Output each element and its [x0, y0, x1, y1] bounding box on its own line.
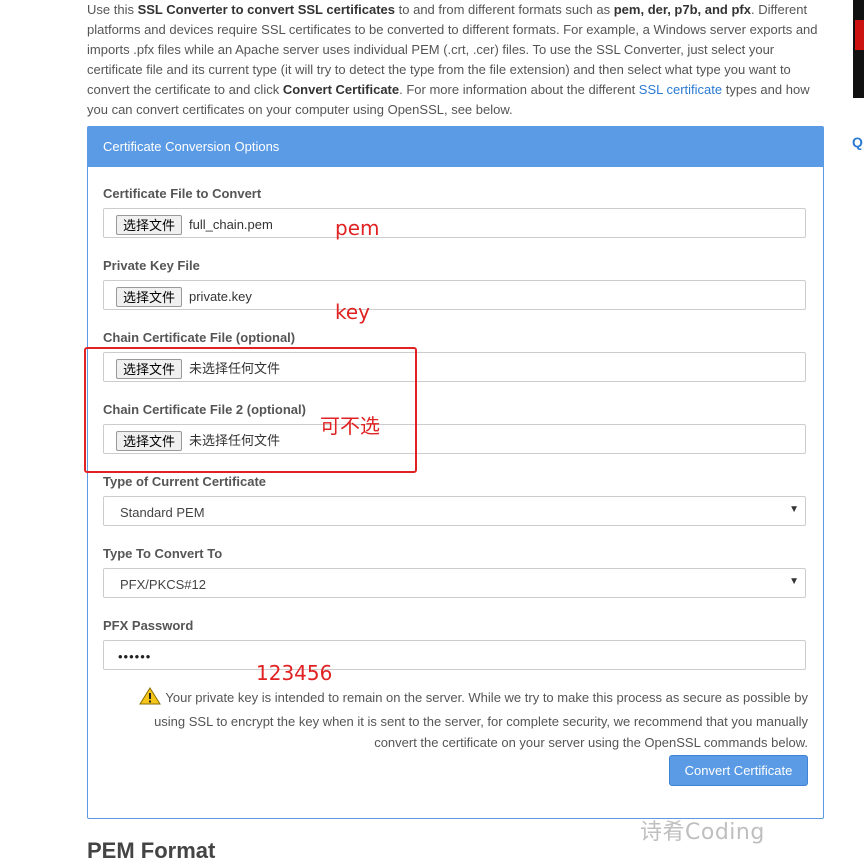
- private-key-warning: Your private key is intended to remain o…: [108, 687, 808, 753]
- annotation-key: key: [335, 300, 371, 324]
- sidebar-ad-accent: [855, 20, 864, 50]
- key-file-input[interactable]: 选择文件 private.key: [103, 280, 806, 310]
- pfx-password-value: ••••••: [118, 649, 152, 664]
- convert-to-value: PFX/PKCS#12: [120, 577, 206, 592]
- pfx-password-label: PFX Password: [103, 618, 194, 633]
- current-type-value: Standard PEM: [120, 505, 205, 520]
- key-file-name: private.key: [189, 289, 252, 304]
- annotation-pem: pem: [335, 216, 380, 240]
- annotation-password: 123456: [256, 661, 333, 685]
- warning-icon: [139, 687, 162, 711]
- chain-file-label: Chain Certificate File (optional): [103, 330, 296, 345]
- convert-certificate-button[interactable]: Convert Certificate: [669, 755, 808, 786]
- convert-to-select[interactable]: PFX/PKCS#12 ▼: [103, 568, 806, 598]
- intro-text-part: Use this: [87, 2, 138, 17]
- warning-text: Your private key is intended to remain o…: [154, 690, 808, 750]
- intro-text-part: to and from different formats such as: [395, 2, 614, 17]
- convert-to-label: Type To Convert To: [103, 546, 223, 561]
- cert-file-name: full_chain.pem: [189, 217, 273, 232]
- key-choose-file-button[interactable]: 选择文件: [116, 287, 183, 307]
- annotation-optional: 可不选: [320, 414, 380, 438]
- intro-text-part: . For more information about the differe…: [399, 82, 639, 97]
- ssl-certificate-link[interactable]: SSL certificate: [639, 82, 722, 97]
- next-section-heading: PEM Format: [87, 838, 216, 863]
- key-file-label: Private Key File: [103, 258, 200, 273]
- pfx-password-input[interactable]: ••••••: [103, 640, 806, 670]
- intro-bold: pem, der, p7b, and pfx: [613, 2, 751, 17]
- watermark: 诗肴Coding: [640, 820, 765, 845]
- panel-title: Certificate Conversion Options: [88, 127, 823, 167]
- cert-file-label: Certificate File to Convert: [103, 186, 262, 201]
- chevron-down-icon: ▼: [789, 576, 799, 587]
- intro-text: Use this SSL Converter to convert SSL ce…: [87, 0, 827, 120]
- cert-choose-file-button[interactable]: 选择文件: [116, 215, 183, 235]
- current-type-label: Type of Current Certificate: [103, 474, 267, 489]
- intro-bold: Convert Certificate: [282, 82, 400, 97]
- chevron-down-icon: ▼: [789, 504, 799, 515]
- cert-file-input[interactable]: 选择文件 full_chain.pem: [103, 208, 806, 238]
- current-type-select[interactable]: Standard PEM ▼: [103, 496, 806, 526]
- sidebar-search-letter[interactable]: Q: [852, 134, 863, 150]
- intro-bold: SSL Converter to convert SSL certificate…: [137, 2, 396, 17]
